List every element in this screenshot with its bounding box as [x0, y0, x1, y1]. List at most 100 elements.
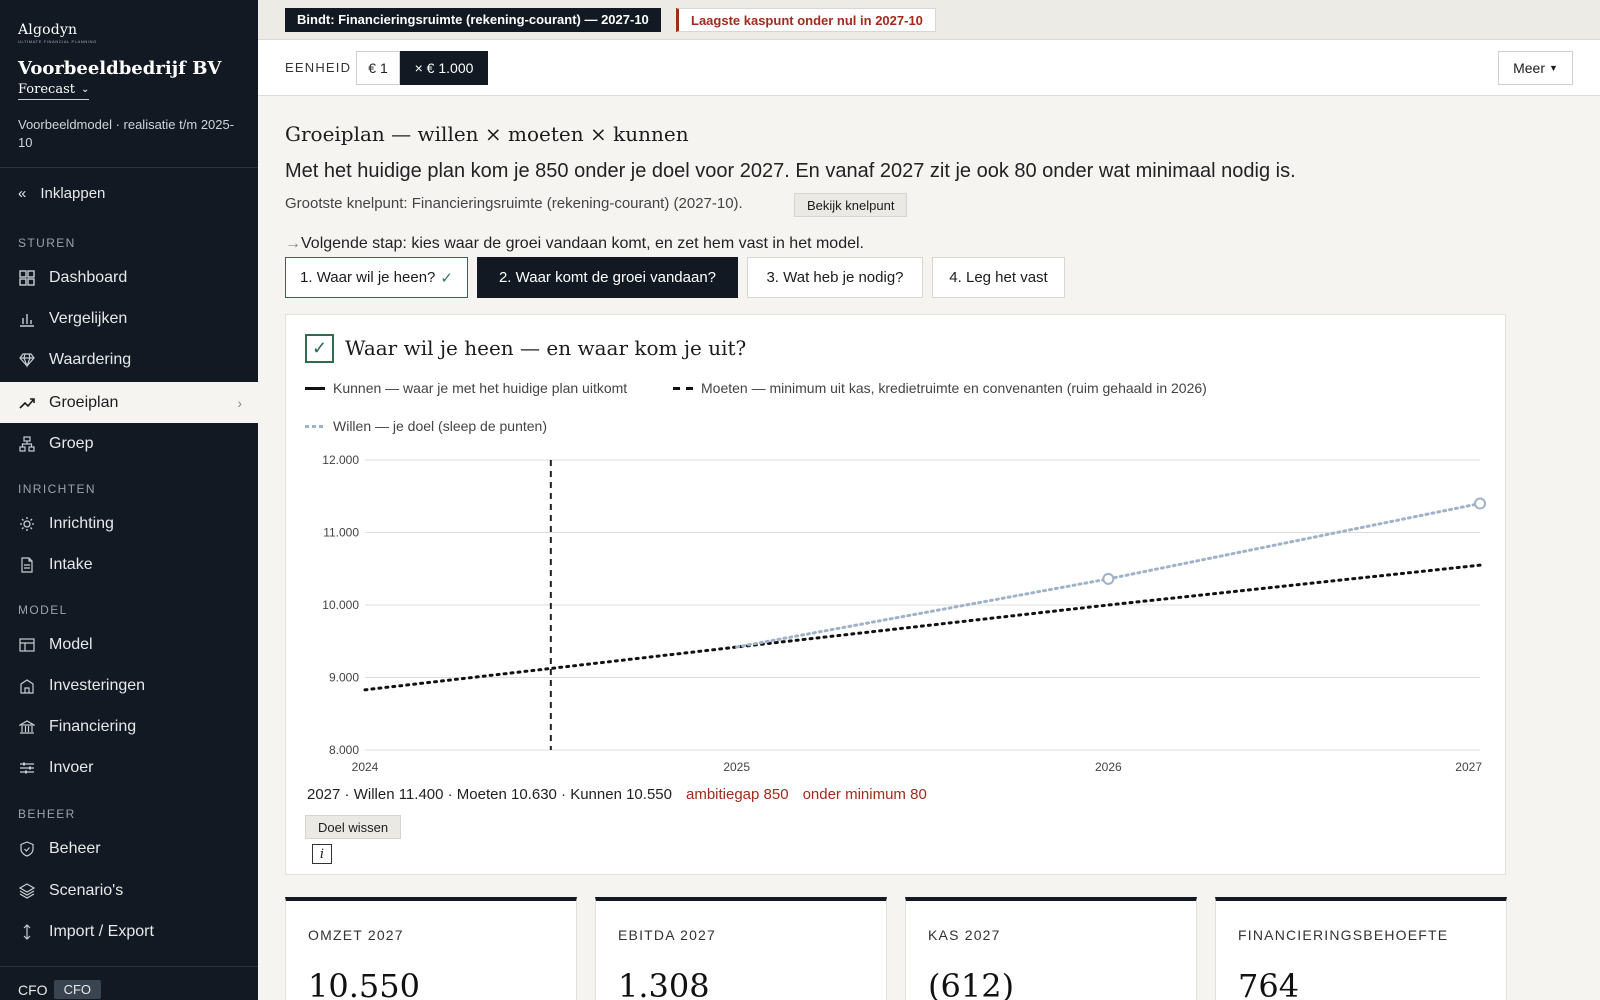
card-title: Waar wil je heen — en waar kom je uit? — [345, 336, 747, 360]
unit-label: EENHEID — [285, 60, 352, 75]
building-icon — [18, 677, 36, 695]
more-label: Meer — [1513, 60, 1545, 76]
divider — [0, 966, 258, 967]
nav-dashboard[interactable]: Dashboard — [0, 257, 258, 298]
nav-label: Import / Export — [49, 922, 154, 940]
step-1-tab[interactable]: 1. Waar wil je heen? ✓ — [285, 257, 468, 298]
kpi-value: 10.550 — [308, 967, 420, 1000]
nav-vergelijken[interactable]: Vergelijken — [0, 298, 258, 339]
chevron-down-icon: ⌄ — [80, 84, 90, 95]
next-step-text: Volgende stap: kies waar de groei vandaa… — [301, 235, 864, 252]
collapse-label: Inklappen — [40, 185, 106, 202]
nav-label: Groep — [49, 434, 94, 452]
page-title: Groeiplan — willen × moeten × kunnen — [285, 122, 689, 146]
ambition-gap: ambitiegap 850 — [685, 786, 789, 803]
clear-goal-button[interactable]: Doel wissen — [305, 815, 402, 839]
summary-values: 2027 · Willen 11.400 · Moeten 10.630 · K… — [307, 786, 672, 803]
legend-dotted-swatch — [305, 424, 325, 428]
step-4-tab[interactable]: 4. Leg het vast — [932, 257, 1065, 298]
gear-icon — [18, 515, 36, 533]
diamond-icon — [18, 351, 36, 369]
grid-icon — [18, 269, 36, 287]
check-icon: ✓ — [311, 338, 328, 358]
collapse-button[interactable]: « Inklappen — [18, 185, 105, 202]
goal-handle-point[interactable] — [1102, 572, 1115, 585]
step-2-tab[interactable]: 2. Waar komt de groei vandaan? — [477, 257, 738, 298]
bar-chart-icon — [18, 310, 36, 328]
shield-icon — [18, 840, 36, 858]
step-3-tab[interactable]: 3. Wat heb je nodig? — [747, 257, 923, 298]
document-icon — [18, 556, 36, 574]
next-step: →Volgende stap: kies waar de groei vanda… — [285, 235, 864, 253]
legend-willen: Willen — je doel (sleep de punten) — [305, 418, 547, 434]
nav-label: Investeringen — [49, 676, 146, 694]
growth-chart[interactable]: 12.000 11.000 10.000 9.000 8.000 2024 2025 2026… — [305, 445, 1495, 775]
nav-model[interactable]: Model — [0, 624, 258, 665]
nav-label: Model — [49, 635, 93, 653]
hierarchy-icon — [18, 435, 36, 453]
arrow-right-icon: → — [285, 235, 301, 252]
nav-label: Groeiplan — [49, 393, 119, 411]
nav-invoer[interactable]: Invoer — [0, 747, 258, 788]
nav-intake[interactable]: Intake — [0, 544, 258, 585]
nav-financiering[interactable]: Financiering — [0, 706, 258, 747]
step-label: 1. Waar wil je heen? — [300, 269, 436, 286]
table-icon — [18, 636, 36, 654]
series-line-moeten — [363, 563, 1482, 692]
nav-scenarios[interactable]: Scenario's — [0, 870, 258, 911]
cash-warning-tag[interactable]: Laagste kaspunt onder nul in 2027-10 — [676, 8, 936, 32]
role-badge: CFO — [53, 980, 102, 999]
binding-constraint-tag[interactable]: Bindt: Financieringsruimte (rekening-cou… — [285, 8, 661, 32]
logo-text: Algodyn — [18, 22, 78, 38]
x-tick-label: 2026 — [1095, 760, 1122, 774]
chevron-right-icon: › — [237, 394, 242, 411]
legend-solid-swatch — [305, 386, 325, 390]
completed-checkbox[interactable]: ✓ — [305, 334, 334, 363]
legend-label: Moeten — minimum uit kas, kredietruimte … — [701, 380, 1207, 396]
nav-import-export[interactable]: Import / Export — [0, 911, 258, 952]
section-sturen: STUREN — [18, 236, 76, 250]
nav-label: Intake — [49, 555, 93, 573]
nav-label: Waardering — [49, 350, 132, 368]
more-menu-button[interactable]: Meer ▼ — [1498, 51, 1573, 85]
nav-waardering[interactable]: Waardering — [0, 339, 258, 380]
info-icon[interactable]: i — [312, 844, 332, 864]
summary-line: 2027 · Willen 11.400 · Moeten 10.630 · K… — [307, 786, 927, 803]
nav-inrichting[interactable]: Inrichting — [0, 503, 258, 544]
trend-icon — [18, 394, 36, 412]
bank-icon — [18, 718, 36, 736]
kpi-card: EBITDA 2027 1.308 — [595, 897, 887, 1000]
brand-logo[interactable]: Algodyn ULTIMATE FINANCIAL PLANNING — [18, 22, 97, 44]
kpi-value: 764 — [1238, 967, 1300, 1000]
role-switcher[interactable]: CFO CFO — [18, 980, 102, 999]
nav-investeringen[interactable]: Investeringen — [0, 665, 258, 706]
bottleneck-text: Grootste knelpunt: Financieringsruimte (… — [285, 195, 743, 212]
sidebar: Algodyn ULTIMATE FINANCIAL PLANNING Voor… — [0, 0, 258, 1000]
layers-icon — [18, 882, 36, 900]
kpi-card: OMZET 2027 10.550 — [285, 897, 577, 1000]
kpi-label: OMZET 2027 — [308, 927, 404, 943]
nav-groeiplan[interactable]: Groeiplan › — [0, 382, 258, 423]
view-bottleneck-button[interactable]: Bekijk knelpunt — [794, 193, 908, 217]
nav-label: Scenario's — [49, 881, 124, 899]
nav-groep[interactable]: Groep — [0, 423, 258, 464]
y-tick-label: 8.000 — [329, 743, 359, 757]
section-model: MODEL — [18, 603, 68, 617]
y-tick-label: 10.000 — [322, 598, 359, 612]
under-minimum: onder minimum 80 — [802, 786, 927, 803]
goal-handle-point[interactable] — [1474, 497, 1486, 510]
y-tick-label: 11.000 — [323, 526, 359, 540]
kpi-label: FINANCIERINGSBEHOEFTE — [1238, 927, 1449, 943]
caret-down-icon: ▼ — [1548, 63, 1558, 73]
y-tick-label: 9.000 — [329, 671, 359, 685]
role-label: CFO — [18, 981, 48, 998]
unit-option-euro[interactable]: € 1 — [356, 51, 400, 85]
mode-selector[interactable]: Forecast ⌄ — [18, 82, 90, 100]
unit-option-thousand[interactable]: × € 1.000 — [400, 51, 488, 85]
kpi-label: KAS 2027 — [928, 927, 1001, 943]
nav-label: Vergelijken — [49, 309, 128, 327]
up-down-arrow-icon — [18, 923, 36, 941]
section-beheer: BEHEER — [18, 807, 76, 821]
nav-beheer[interactable]: Beheer — [0, 828, 258, 869]
divider — [0, 167, 258, 168]
